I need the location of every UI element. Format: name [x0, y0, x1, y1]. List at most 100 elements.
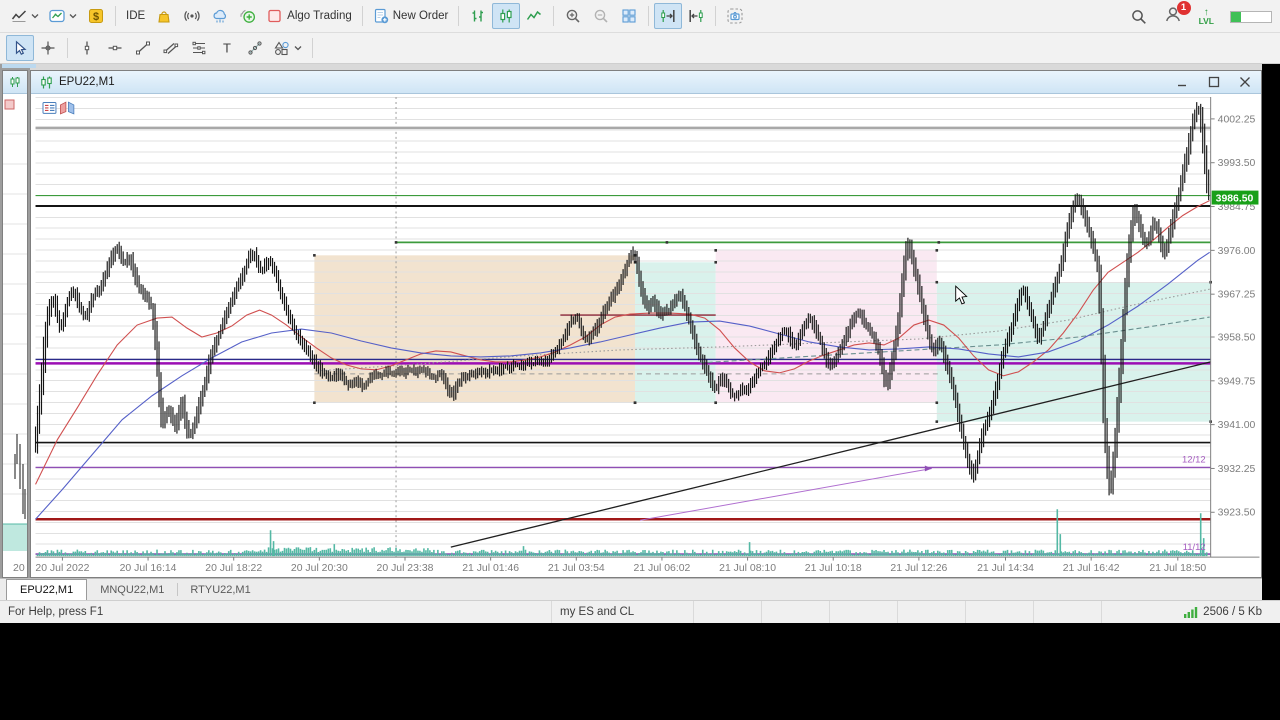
status-empty-cell [1034, 601, 1102, 623]
chevron-down-icon[interactable] [294, 45, 302, 51]
svg-text:21 Jul 12:26: 21 Jul 12:26 [890, 563, 947, 574]
notifications-icon[interactable]: 1 [1164, 0, 1191, 29]
screenshot-icon [727, 8, 743, 24]
trendline-icon [135, 40, 151, 56]
main-toolbar: $ IDE Algo Trading New Order [0, 0, 1280, 33]
fibo-icon [191, 40, 207, 56]
status-bar: For Help, press F1 my ES and CL 2506 / 5 K… [0, 600, 1280, 623]
background-chart-window[interactable]: 20 [2, 70, 28, 578]
bars-button[interactable] [464, 3, 492, 29]
svg-text:20 Jul 20:30: 20 Jul 20:30 [291, 563, 348, 574]
text-t-icon: T [219, 40, 235, 56]
arrows-tool[interactable] [241, 35, 269, 61]
new-order-button-label: New Order [392, 10, 449, 22]
svg-text:3986.50: 3986.50 [1216, 193, 1254, 204]
search-icon[interactable] [1130, 8, 1148, 26]
services-icon [240, 8, 256, 24]
signals-icon [184, 8, 200, 24]
status-empty-cell [898, 601, 966, 623]
status-empty-cell [762, 601, 830, 623]
line-chart-button[interactable] [520, 3, 548, 29]
chart-tab-epu22-m1[interactable]: EPU22,M1 [6, 579, 88, 600]
ide-button[interactable]: IDE [121, 3, 150, 29]
arrows-icon [247, 40, 263, 56]
background-window-titlebar [3, 71, 27, 94]
close-button[interactable] [1238, 75, 1252, 89]
toolbar-separator [458, 6, 460, 26]
svg-text:T: T [223, 41, 231, 56]
shift-end-icon [660, 8, 676, 24]
chart-tab-rtyu22-m1[interactable]: RTYU22,M1 [177, 579, 263, 600]
minimize-button[interactable] [1176, 75, 1190, 89]
left-dock-area: 20 [0, 64, 36, 578]
svg-text:20 Jul 16:14: 20 Jul 16:14 [120, 563, 177, 574]
svg-text:3976.00: 3976.00 [1218, 246, 1256, 257]
svg-text:21 Jul 08:10: 21 Jul 08:10 [719, 563, 776, 574]
svg-text:3932.25: 3932.25 [1218, 464, 1256, 475]
vertical-line-tool[interactable] [73, 35, 101, 61]
grid-lines [35, 96, 1211, 556]
cursor-tool[interactable] [6, 35, 34, 61]
services-button[interactable] [234, 3, 262, 29]
chevron-down-icon[interactable] [69, 13, 77, 19]
crosshair-tool[interactable] [34, 35, 62, 61]
trendline-tool[interactable] [129, 35, 157, 61]
text-tool[interactable]: T [213, 35, 241, 61]
svg-text:3993.50: 3993.50 [1218, 158, 1256, 169]
auto-shift-button[interactable] [682, 3, 710, 29]
tile-windows-button[interactable] [615, 3, 643, 29]
fibonacci-tool[interactable] [185, 35, 213, 61]
chart-window-titlebar[interactable]: EPU22,M1 [31, 71, 1261, 94]
zoom-out-button[interactable] [587, 3, 615, 29]
vline-icon [79, 40, 95, 56]
crosshair-icon [40, 40, 56, 56]
zoom-in-icon [565, 8, 581, 24]
svg-text:21 Jul 03:54: 21 Jul 03:54 [548, 563, 605, 574]
svg-text:3949.75: 3949.75 [1218, 376, 1256, 387]
financial-button[interactable]: $ [82, 3, 110, 29]
shapes-tool[interactable] [269, 35, 307, 61]
drawing-toolbar: T [0, 33, 1280, 64]
chart-tab-mnqu22-m1[interactable]: MNQU22,M1 [87, 579, 177, 600]
chevron-down-icon[interactable] [31, 13, 39, 19]
channel-tool[interactable] [157, 35, 185, 61]
algo-trading-button[interactable]: Algo Trading [262, 3, 357, 29]
toolbar-separator [67, 38, 68, 58]
screenshot-button[interactable] [721, 3, 749, 29]
svg-text:3941.00: 3941.00 [1218, 420, 1256, 431]
toolbar-right-cluster: 1 ↑ LVL [1130, 0, 1272, 33]
maximize-button[interactable] [1207, 75, 1221, 89]
signals-button[interactable] [178, 3, 206, 29]
ide-button-label: IDE [126, 10, 146, 22]
channel-icon [163, 40, 179, 56]
zoom-in-button[interactable] [559, 3, 587, 29]
market-button[interactable] [150, 3, 178, 29]
lvl-indicator-icon[interactable]: ↑ LVL [1199, 7, 1214, 25]
svg-text:3967.25: 3967.25 [1218, 290, 1256, 301]
algo-trading-button-label: Algo Trading [287, 10, 352, 22]
status-help-text: For Help, press F1 [0, 601, 552, 623]
cloud-button[interactable] [206, 3, 234, 29]
toolbar-separator [312, 38, 313, 58]
chart-candles-icon [10, 77, 20, 87]
chart-candles-icon [41, 76, 52, 88]
candles-button[interactable] [492, 3, 521, 29]
svg-text:20 Jul 2022: 20 Jul 2022 [35, 563, 89, 574]
chart-title: EPU22,M1 [59, 76, 115, 88]
chart-type-button[interactable] [6, 3, 44, 29]
dollar-icon: $ [88, 8, 104, 24]
orderbook-panel-icon [42, 101, 57, 114]
horizontal-line-tool[interactable] [101, 35, 129, 61]
shift-end-button[interactable] [654, 3, 683, 29]
svg-text:20: 20 [13, 562, 25, 574]
svg-text:$: $ [93, 11, 99, 23]
toolbar-separator [553, 6, 555, 26]
toolbar-separator [715, 6, 717, 26]
screen-right-letterbox [1262, 64, 1280, 600]
new-order-button[interactable]: New Order [368, 3, 454, 29]
status-profile-name: my ES and CL [552, 601, 694, 623]
svg-text:4002.25: 4002.25 [1218, 114, 1256, 125]
chart-canvas[interactable]: 4002.25 3993.50 3984.75 3976.00 3967.25 3958.… [31, 94, 1261, 577]
svg-text:21 Jul 16:42: 21 Jul 16:42 [1063, 563, 1120, 574]
indicators-button[interactable] [44, 3, 82, 29]
